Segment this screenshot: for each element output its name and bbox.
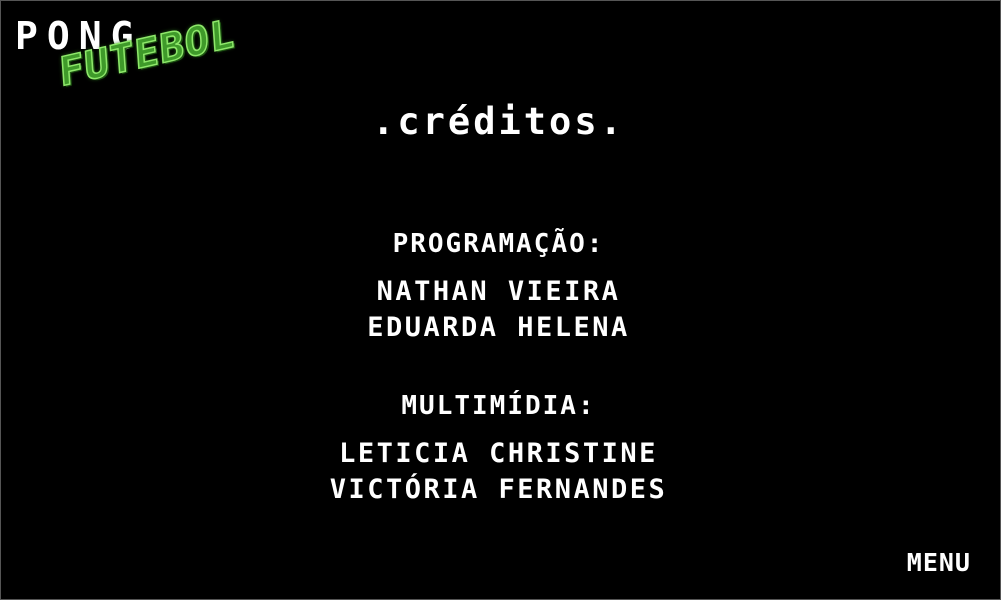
credit-name: VICTÓRIA FERNANDES: [329, 474, 668, 505]
section-heading: PROGRAMAÇÃO:: [392, 229, 605, 259]
credit-name: NATHAN VIEIRA: [376, 276, 621, 307]
credits-section-multimedia: MULTIMÍDIA: LETICIA CHRISTINE VICTÓRIA F…: [1, 391, 996, 508]
credits-section-programming: PROGRAMAÇÃO: NATHAN VIEIRA EDUARDA HELEN…: [1, 229, 996, 346]
section-heading: MULTIMÍDIA:: [401, 391, 596, 421]
credit-name: LETICIA CHRISTINE: [339, 438, 658, 469]
game-logo: PONG FUTEBOL: [13, 10, 283, 113]
screen-title: .créditos.: [372, 100, 625, 143]
game-screen: PONG FUTEBOL .créditos. PROGRAMAÇÃO: NAT…: [0, 0, 1001, 600]
credit-name: EDUARDA HELENA: [367, 312, 630, 343]
menu-button[interactable]: MENU: [907, 548, 971, 577]
